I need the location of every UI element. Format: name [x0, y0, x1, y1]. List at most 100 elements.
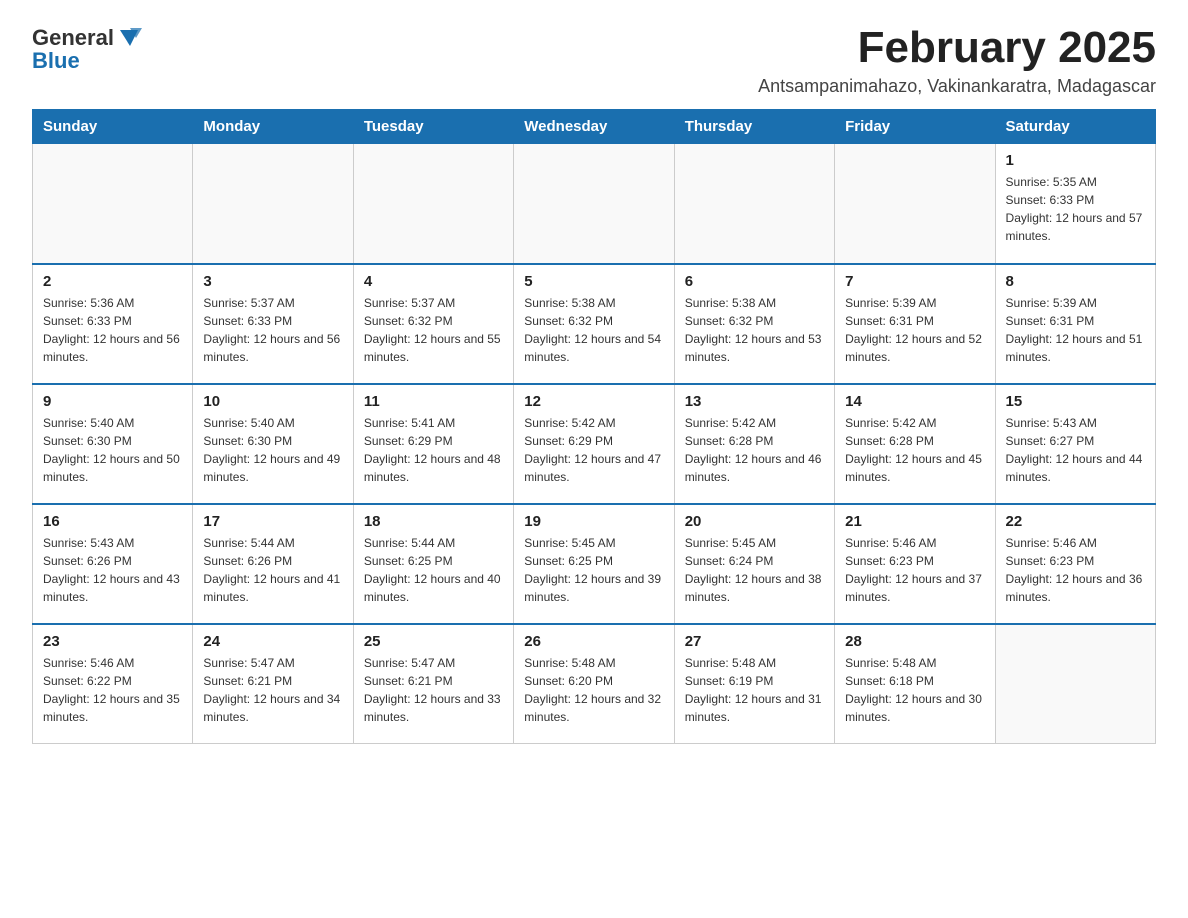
day-number: 27 — [685, 633, 824, 650]
day-cell-0-0 — [33, 144, 193, 264]
day-cell-2-5: 14 Sunrise: 5:42 AMSunset: 6:28 PMDayligh… — [835, 384, 995, 504]
day-info: Sunrise: 5:41 AMSunset: 6:29 PMDaylight:… — [364, 414, 503, 486]
day-info: Sunrise: 5:36 AMSunset: 6:33 PMDaylight:… — [43, 294, 182, 366]
day-number: 16 — [43, 513, 182, 530]
day-cell-2-6: 15 Sunrise: 5:43 AMSunset: 6:27 PMDayligh… — [995, 384, 1155, 504]
day-info: Sunrise: 5:46 AMSunset: 6:22 PMDaylight:… — [43, 654, 182, 726]
day-cell-0-3 — [514, 144, 674, 264]
logo-blue-text: Blue — [32, 48, 80, 74]
day-cell-4-6 — [995, 624, 1155, 744]
day-cell-3-4: 20 Sunrise: 5:45 AMSunset: 6:24 PMDayligh… — [674, 504, 834, 624]
day-cell-1-5: 7Sunrise: 5:39 AMSunset: 6:31 PMDaylight… — [835, 264, 995, 384]
header-thursday: Thursday — [674, 110, 834, 144]
weekday-header-row: Sunday Monday Tuesday Wednesday Thursday… — [33, 110, 1156, 144]
day-number: 5 — [524, 273, 663, 290]
day-info: Sunrise: 5:44 AMSunset: 6:26 PMDaylight:… — [203, 534, 342, 606]
day-info: Sunrise: 5:47 AMSunset: 6:21 PMDaylight:… — [364, 654, 503, 726]
day-number: 6 — [685, 273, 824, 290]
day-number: 12 — [524, 393, 663, 410]
day-info: Sunrise: 5:37 AMSunset: 6:32 PMDaylight:… — [364, 294, 503, 366]
day-cell-3-3: 19 Sunrise: 5:45 AMSunset: 6:25 PMDayligh… — [514, 504, 674, 624]
header-monday: Monday — [193, 110, 353, 144]
day-number: 2 — [43, 273, 182, 290]
week-row-4: 23 Sunrise: 5:46 AMSunset: 6:22 PMDayligh… — [33, 624, 1156, 744]
day-cell-4-1: 24Sunrise: 5:47 AMSunset: 6:21 PMDayligh… — [193, 624, 353, 744]
day-info: Sunrise: 5:42 AMSunset: 6:29 PMDaylight:… — [524, 414, 663, 486]
week-row-3: 16Sunrise: 5:43 AMSunset: 6:26 PMDayligh… — [33, 504, 1156, 624]
day-info: Sunrise: 5:48 AMSunset: 6:20 PMDaylight:… — [524, 654, 663, 726]
day-number: 14 — [845, 393, 984, 410]
day-cell-1-3: 5 Sunrise: 5:38 AMSunset: 6:32 PMDaylight… — [514, 264, 674, 384]
header-friday: Friday — [835, 110, 995, 144]
day-number: 8 — [1006, 273, 1145, 290]
day-cell-4-2: 25 Sunrise: 5:47 AMSunset: 6:21 PMDayligh… — [353, 624, 513, 744]
day-number: 26 — [524, 633, 663, 650]
day-cell-2-1: 10 Sunrise: 5:40 AMSunset: 6:30 PMDayligh… — [193, 384, 353, 504]
day-cell-3-2: 18 Sunrise: 5:44 AMSunset: 6:25 PMDayligh… — [353, 504, 513, 624]
day-cell-0-1 — [193, 144, 353, 264]
logo: General Blue — [32, 24, 144, 74]
header-sunday: Sunday — [33, 110, 193, 144]
day-cell-3-6: 22 Sunrise: 5:46 AMSunset: 6:23 PMDayligh… — [995, 504, 1155, 624]
week-row-0: 1Sunrise: 5:35 AMSunset: 6:33 PMDaylight… — [33, 144, 1156, 264]
day-number: 1 — [1006, 152, 1145, 169]
week-row-1: 2 Sunrise: 5:36 AMSunset: 6:33 PMDaylight… — [33, 264, 1156, 384]
day-info: Sunrise: 5:46 AMSunset: 6:23 PMDaylight:… — [845, 534, 984, 606]
day-cell-2-4: 13 Sunrise: 5:42 AMSunset: 6:28 PMDayligh… — [674, 384, 834, 504]
day-number: 20 — [685, 513, 824, 530]
day-cell-3-5: 21Sunrise: 5:46 AMSunset: 6:23 PMDayligh… — [835, 504, 995, 624]
day-cell-1-4: 6 Sunrise: 5:38 AMSunset: 6:32 PMDaylight… — [674, 264, 834, 384]
day-info: Sunrise: 5:48 AMSunset: 6:18 PMDaylight:… — [845, 654, 984, 726]
day-cell-0-2 — [353, 144, 513, 264]
day-number: 3 — [203, 273, 342, 290]
header-saturday: Saturday — [995, 110, 1155, 144]
header-tuesday: Tuesday — [353, 110, 513, 144]
day-cell-0-4 — [674, 144, 834, 264]
day-cell-4-3: 26 Sunrise: 5:48 AMSunset: 6:20 PMDayligh… — [514, 624, 674, 744]
day-info: Sunrise: 5:38 AMSunset: 6:32 PMDaylight:… — [685, 294, 824, 366]
day-number: 19 — [524, 513, 663, 530]
day-info: Sunrise: 5:42 AMSunset: 6:28 PMDaylight:… — [845, 414, 984, 486]
day-info: Sunrise: 5:42 AMSunset: 6:28 PMDaylight:… — [685, 414, 824, 486]
day-cell-3-1: 17 Sunrise: 5:44 AMSunset: 6:26 PMDayligh… — [193, 504, 353, 624]
day-number: 9 — [43, 393, 182, 410]
day-number: 13 — [685, 393, 824, 410]
day-number: 28 — [845, 633, 984, 650]
day-cell-1-1: 3Sunrise: 5:37 AMSunset: 6:33 PMDaylight… — [193, 264, 353, 384]
day-cell-1-2: 4 Sunrise: 5:37 AMSunset: 6:32 PMDaylight… — [353, 264, 513, 384]
month-title: February 2025 — [758, 24, 1156, 72]
day-cell-0-5 — [835, 144, 995, 264]
day-info: Sunrise: 5:39 AMSunset: 6:31 PMDaylight:… — [845, 294, 984, 366]
day-cell-4-0: 23 Sunrise: 5:46 AMSunset: 6:22 PMDayligh… — [33, 624, 193, 744]
day-number: 17 — [203, 513, 342, 530]
day-cell-4-5: 28 Sunrise: 5:48 AMSunset: 6:18 PMDayligh… — [835, 624, 995, 744]
day-info: Sunrise: 5:40 AMSunset: 6:30 PMDaylight:… — [203, 414, 342, 486]
day-number: 22 — [1006, 513, 1145, 530]
day-number: 4 — [364, 273, 503, 290]
day-info: Sunrise: 5:46 AMSunset: 6:23 PMDaylight:… — [1006, 534, 1145, 606]
day-number: 15 — [1006, 393, 1145, 410]
day-info: Sunrise: 5:40 AMSunset: 6:30 PMDaylight:… — [43, 414, 182, 486]
day-cell-4-4: 27Sunrise: 5:48 AMSunset: 6:19 PMDayligh… — [674, 624, 834, 744]
day-info: Sunrise: 5:45 AMSunset: 6:25 PMDaylight:… — [524, 534, 663, 606]
day-cell-2-3: 12 Sunrise: 5:42 AMSunset: 6:29 PMDayligh… — [514, 384, 674, 504]
day-info: Sunrise: 5:39 AMSunset: 6:31 PMDaylight:… — [1006, 294, 1145, 366]
day-info: Sunrise: 5:43 AMSunset: 6:27 PMDaylight:… — [1006, 414, 1145, 486]
day-info: Sunrise: 5:45 AMSunset: 6:24 PMDaylight:… — [685, 534, 824, 606]
day-number: 11 — [364, 393, 503, 410]
day-info: Sunrise: 5:38 AMSunset: 6:32 PMDaylight:… — [524, 294, 663, 366]
calendar-table: Sunday Monday Tuesday Wednesday Thursday… — [32, 109, 1156, 744]
day-number: 23 — [43, 633, 182, 650]
day-cell-0-6: 1Sunrise: 5:35 AMSunset: 6:33 PMDaylight… — [995, 144, 1155, 264]
day-info: Sunrise: 5:47 AMSunset: 6:21 PMDaylight:… — [203, 654, 342, 726]
page-header: General Blue February 2025 Antsampanimah… — [32, 24, 1156, 97]
day-number: 25 — [364, 633, 503, 650]
week-row-2: 9 Sunrise: 5:40 AMSunset: 6:30 PMDaylight… — [33, 384, 1156, 504]
day-info: Sunrise: 5:44 AMSunset: 6:25 PMDaylight:… — [364, 534, 503, 606]
day-number: 10 — [203, 393, 342, 410]
day-cell-2-0: 9 Sunrise: 5:40 AMSunset: 6:30 PMDaylight… — [33, 384, 193, 504]
header-wednesday: Wednesday — [514, 110, 674, 144]
day-number: 18 — [364, 513, 503, 530]
day-cell-1-6: 8 Sunrise: 5:39 AMSunset: 6:31 PMDaylight… — [995, 264, 1155, 384]
location-subtitle: Antsampanimahazo, Vakinankaratra, Madaga… — [758, 76, 1156, 97]
